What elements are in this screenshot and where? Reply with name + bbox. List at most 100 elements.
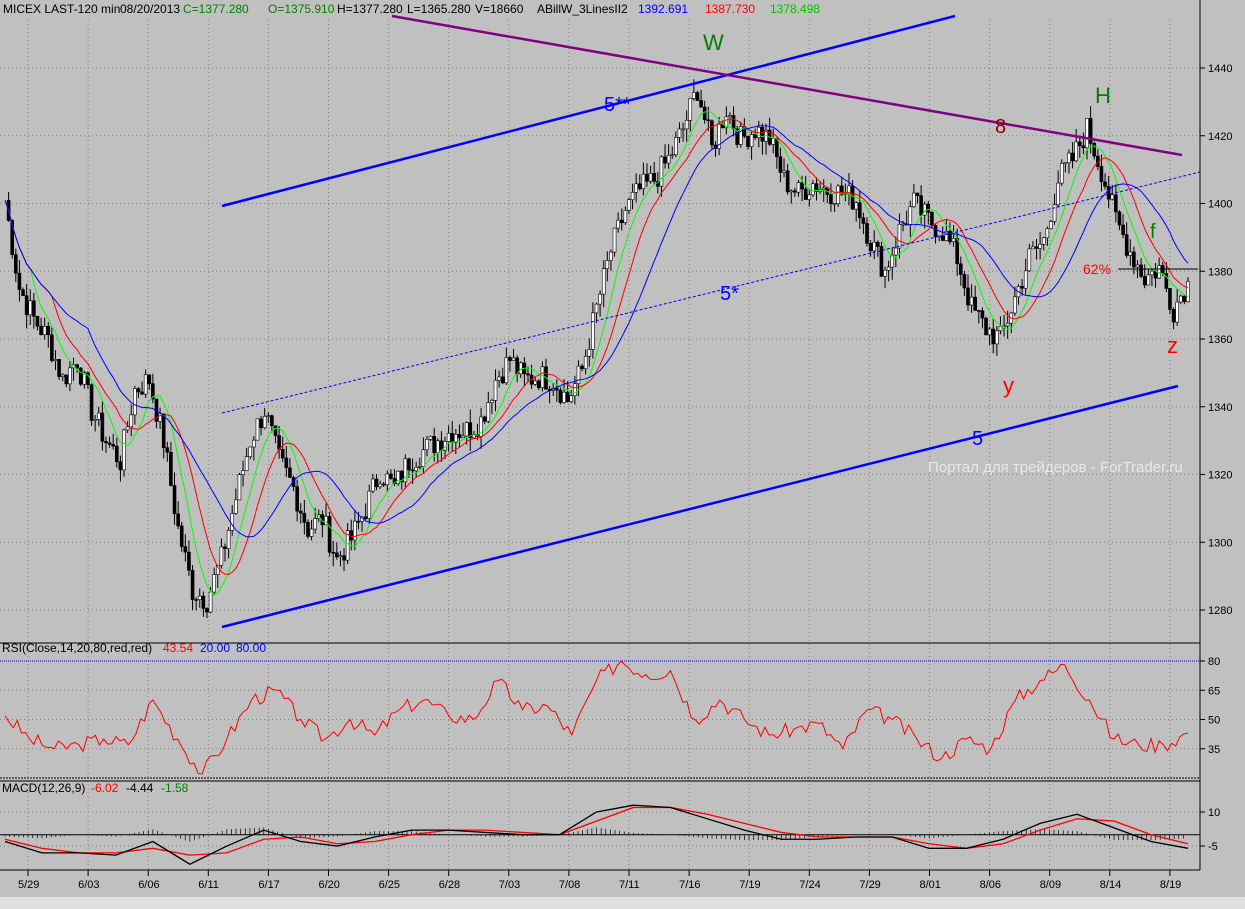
candle (659, 156, 664, 187)
candle (587, 348, 592, 357)
candle (1103, 181, 1107, 187)
candle (897, 224, 902, 249)
x-tick-label: 5/29 (18, 879, 39, 891)
candle (645, 173, 649, 182)
candle (630, 192, 635, 200)
candle (1171, 309, 1176, 323)
candle (100, 412, 105, 442)
candle (107, 442, 112, 445)
candle (234, 499, 238, 514)
candle (464, 422, 469, 437)
candle (115, 445, 119, 463)
candle (1067, 152, 1071, 164)
scrollbar (0, 897, 1245, 909)
candle (482, 416, 487, 422)
candle (1049, 221, 1053, 229)
candle (306, 522, 310, 537)
candle (1023, 270, 1028, 289)
candle (436, 440, 440, 454)
candle (356, 520, 361, 523)
candle (1092, 143, 1097, 157)
candle (1099, 166, 1104, 183)
x-tick-label: 8/01 (920, 879, 941, 891)
candle (915, 192, 920, 196)
candle (868, 242, 873, 252)
y-tick-label: 50 (1208, 715, 1220, 727)
candle (641, 173, 646, 190)
candle (486, 402, 491, 422)
x-tick-label: 6/20 (319, 879, 340, 891)
y-tick-label: 1380 (1208, 266, 1232, 278)
candle (1005, 322, 1010, 327)
candle (666, 155, 671, 164)
candle (912, 192, 916, 208)
ind-green-value: 1378.498 (770, 2, 820, 16)
candle (1070, 152, 1075, 162)
candle (223, 546, 227, 549)
x-tick-label: 8/06 (980, 879, 1001, 891)
candle (565, 391, 570, 402)
high-label: H=1377.280 (337, 2, 403, 16)
ind-red-value: 1387.730 (705, 2, 755, 16)
candle (363, 516, 368, 519)
candle (980, 310, 985, 319)
candle (190, 569, 195, 600)
candle (1186, 281, 1190, 302)
candle (598, 293, 602, 305)
candle (969, 296, 974, 306)
candle (1081, 145, 1086, 149)
candle (176, 513, 180, 527)
candle (1031, 246, 1035, 250)
candle (1114, 194, 1118, 213)
candle (1041, 237, 1046, 245)
candle (35, 315, 40, 327)
candle (1045, 228, 1050, 239)
y-tick-label: 10 (1208, 807, 1220, 819)
y-tick-label: 80 (1208, 656, 1220, 668)
candle (811, 183, 815, 196)
candle (140, 391, 144, 395)
y-tick-label: 1400 (1208, 199, 1232, 211)
low-label: L=1365.280 (407, 2, 471, 16)
x-tick-label: 8/14 (1100, 879, 1121, 891)
candle (1063, 162, 1068, 165)
candle (417, 466, 422, 468)
candle (1124, 234, 1129, 256)
x-tick-label: 8/19 (1160, 879, 1181, 891)
macd-hist-value: -1.58 (161, 781, 189, 795)
label-z: z (1167, 333, 1178, 358)
candle (576, 365, 581, 384)
label-h: H (1095, 83, 1111, 108)
candle (695, 92, 700, 101)
candle (1085, 118, 1089, 149)
candle (1117, 211, 1122, 226)
x-tick-label: 8/09 (1040, 879, 1061, 891)
ind-blue-value: 1392.691 (638, 2, 688, 16)
candle (601, 268, 606, 295)
candle (1142, 276, 1147, 286)
label-f: f (1150, 221, 1156, 243)
candle (807, 194, 812, 200)
candle (1038, 243, 1042, 249)
candle (933, 225, 938, 238)
x-tick-label: 6/03 (78, 879, 99, 891)
candle (883, 269, 887, 277)
label-5-star: 5* (720, 283, 739, 305)
candle (832, 203, 837, 205)
x-tick-label: 7/11 (619, 879, 640, 891)
candle (670, 154, 675, 157)
candle (1160, 265, 1165, 274)
candle (230, 513, 235, 531)
indicator-label: ABillW_3LinesII2 (537, 2, 628, 16)
candle (829, 194, 833, 204)
candle (627, 199, 631, 211)
candle (540, 366, 545, 389)
watermark: Портал для трейдеров - ForTrader.ru (928, 459, 1183, 476)
candle (64, 374, 69, 385)
x-tick-label: 7/08 (559, 879, 580, 891)
candle (1175, 301, 1179, 323)
candle (158, 413, 162, 422)
candle (594, 303, 599, 314)
candle (252, 439, 256, 448)
candle (637, 183, 642, 190)
